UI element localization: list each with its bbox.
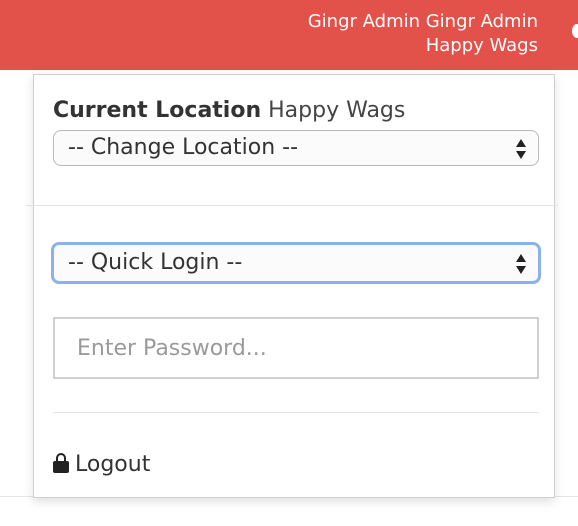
logout-link[interactable]: Logout	[53, 451, 150, 479]
user-dropdown-menu: Current Location Happy Wags -- Change Lo…	[26, 74, 558, 498]
user-avatar-icon[interactable]	[572, 24, 578, 38]
user-menu-toggle[interactable]: Gingr Admin Gingr Admin Happy Wags	[308, 10, 538, 58]
quick-login-selected: -- Quick Login --	[68, 250, 243, 275]
select-arrows-icon	[516, 139, 526, 159]
user-name: Gingr Admin Gingr Admin	[307, 11, 538, 32]
top-navbar: Gingr Admin Gingr Admin Happy Wags	[0, 0, 578, 70]
page-background-strip	[557, 70, 578, 526]
logout-label: Logout	[75, 452, 151, 477]
current-location-row: Current Location Happy Wags	[53, 97, 405, 125]
change-location-select[interactable]: -- Change Location --	[53, 130, 539, 166]
change-location-selected: -- Change Location --	[68, 135, 299, 160]
current-location-label: Current Location	[53, 98, 262, 123]
lock-icon	[53, 453, 69, 473]
header-location-name: Happy Wags	[425, 35, 538, 56]
password-field[interactable]	[53, 317, 539, 379]
menu-divider	[53, 412, 539, 413]
select-arrows-icon	[516, 254, 526, 274]
current-location-value: Happy Wags	[268, 98, 406, 123]
quick-login-select[interactable]: -- Quick Login --	[51, 242, 541, 284]
menu-divider	[26, 205, 558, 206]
